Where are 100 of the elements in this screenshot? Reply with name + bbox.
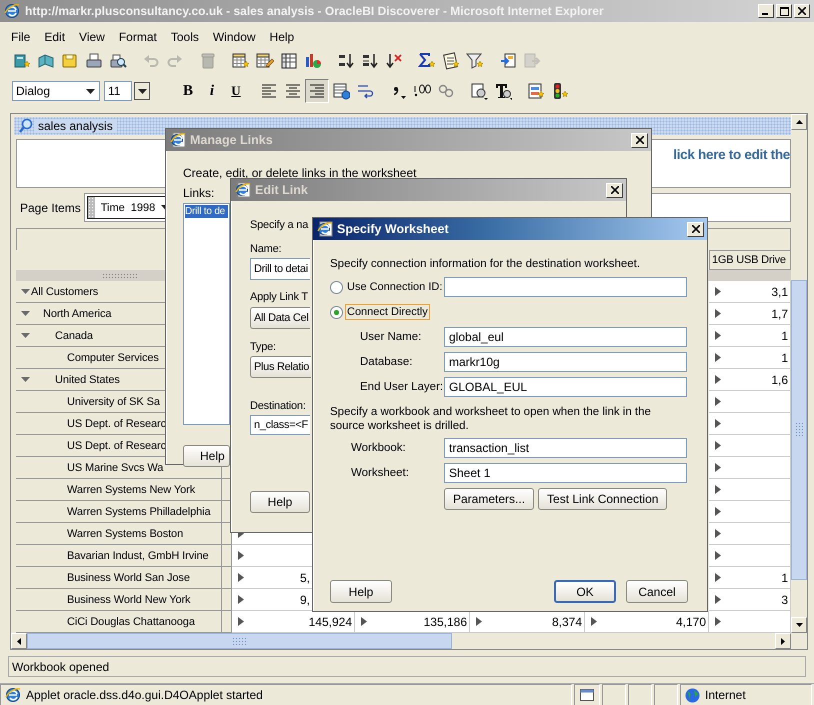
underline-button[interactable]: U xyxy=(224,79,248,103)
drill-arrow-icon[interactable] xyxy=(715,617,721,626)
connection-field[interactable]: GLOBAL_EUL xyxy=(444,377,687,397)
scroll-down-button[interactable] xyxy=(791,617,807,633)
caret-icon[interactable] xyxy=(86,88,95,94)
scroll-left-button[interactable] xyxy=(11,633,27,649)
menu-item[interactable]: Format xyxy=(112,30,164,44)
row-label[interactable]: United States xyxy=(55,374,120,386)
drill-arrow-icon[interactable] xyxy=(715,507,721,516)
help-button[interactable]: Help xyxy=(183,445,230,467)
help-button[interactable]: Help xyxy=(250,491,310,513)
align-center-icon[interactable] xyxy=(284,82,302,100)
drill-arrow-icon[interactable] xyxy=(361,617,367,626)
dropdown-button[interactable] xyxy=(134,82,150,100)
font-dropdown[interactable]: Dialog xyxy=(12,81,100,101)
sort-ascending-icon[interactable] xyxy=(337,52,355,70)
tree-toggle-icon[interactable] xyxy=(21,287,30,296)
font-size-field[interactable]: 11 xyxy=(104,81,132,101)
scrollbar-thumb[interactable] xyxy=(791,280,807,580)
text-format-icon[interactable] xyxy=(494,82,512,100)
new-sheet-icon[interactable] xyxy=(232,52,250,70)
print-icon[interactable] xyxy=(85,52,103,70)
drill-arrow-icon[interactable] xyxy=(715,573,721,582)
row-label[interactable]: Business World New York xyxy=(67,594,190,606)
name-field[interactable]: Drill to detai xyxy=(250,258,310,280)
drill-arrow-icon[interactable] xyxy=(476,617,482,626)
dialog-button[interactable]: Cancel xyxy=(626,580,688,603)
print-preview-icon[interactable] xyxy=(109,52,127,70)
apply-dropdown[interactable]: All Data Cel xyxy=(250,307,310,329)
drill-arrow-icon[interactable] xyxy=(238,551,244,560)
sum-icon[interactable] xyxy=(418,52,436,70)
align-left-icon[interactable] xyxy=(260,82,278,100)
table-icon[interactable] xyxy=(280,52,298,70)
column-header[interactable]: 1GB USB Drive xyxy=(709,250,791,270)
row-label[interactable]: Canada xyxy=(55,330,93,342)
drill-arrow-icon[interactable] xyxy=(238,617,244,626)
links-list[interactable]: Drill to de xyxy=(183,203,230,425)
radio-label[interactable]: Use Connection ID: xyxy=(345,279,444,295)
workbook-field[interactable]: Sheet 1 xyxy=(444,463,687,483)
drill-arrow-icon[interactable] xyxy=(715,529,721,538)
row-label[interactable]: Bavarian Indust, GmbH Irvine xyxy=(67,550,208,562)
dialog-button[interactable]: Help xyxy=(330,580,392,603)
vertical-scrollbar[interactable] xyxy=(791,114,807,633)
action-button[interactable]: Parameters... xyxy=(444,488,534,510)
menu-item[interactable]: Edit xyxy=(37,30,72,44)
edit-sheet-icon[interactable] xyxy=(256,52,274,70)
drill-arrow-icon[interactable] xyxy=(715,551,721,560)
book-icon[interactable] xyxy=(13,52,31,70)
connection-field[interactable]: markr10g xyxy=(444,352,687,372)
close-button[interactable] xyxy=(631,132,648,148)
save-icon[interactable] xyxy=(61,52,79,70)
row-label[interactable]: US Dept. of Researc xyxy=(67,440,166,452)
worksheet-title[interactable]: lick here to edit the xyxy=(673,147,790,162)
connection-field[interactable]: global_eul xyxy=(444,327,687,347)
close-button[interactable] xyxy=(606,182,623,198)
close-button[interactable] xyxy=(687,222,704,236)
drill-arrow-icon[interactable] xyxy=(715,287,721,296)
type-dropdown[interactable]: Plus Relatio xyxy=(250,356,312,378)
row-label[interactable]: Warren Systems Boston xyxy=(67,528,184,540)
radio-button[interactable] xyxy=(330,280,343,294)
row-label[interactable]: CiCi Douglas Chattanooga xyxy=(67,616,195,628)
stoplight-icon[interactable] xyxy=(551,82,569,100)
italic-button[interactable]: i xyxy=(200,79,224,103)
drill-arrow-icon[interactable] xyxy=(715,331,721,340)
row-label[interactable]: Computer Services xyxy=(67,352,159,364)
drill-arrow-icon[interactable] xyxy=(715,441,721,450)
menu-item[interactable]: Tools xyxy=(164,30,206,44)
bold-button[interactable]: B xyxy=(176,79,200,103)
row-label[interactable]: All Customers xyxy=(31,286,98,298)
horizontal-scrollbar[interactable] xyxy=(11,633,791,649)
row-label[interactable]: Warren Systems Philladelphia xyxy=(67,506,211,518)
radio-button[interactable] xyxy=(330,306,343,318)
sort-descending-icon[interactable] xyxy=(361,52,379,70)
drill-arrow-icon[interactable] xyxy=(715,309,721,318)
workbook-field[interactable]: transaction_list xyxy=(444,438,687,458)
drill-arrow-icon[interactable] xyxy=(715,397,721,406)
filter-icon[interactable] xyxy=(466,52,484,70)
export-icon[interactable] xyxy=(499,52,517,70)
drill-arrow-icon[interactable] xyxy=(715,463,721,472)
minimize-button[interactable] xyxy=(758,4,774,18)
close-button[interactable] xyxy=(794,4,810,18)
tree-toggle-icon[interactable] xyxy=(21,375,30,384)
scrollbar-thumb[interactable] xyxy=(27,633,452,649)
drill-arrow-icon[interactable] xyxy=(715,375,721,384)
row-label[interactable]: North America xyxy=(43,308,112,320)
maximize-button[interactable] xyxy=(776,4,792,18)
drill-arrow-icon[interactable] xyxy=(715,595,721,604)
book-icon[interactable] xyxy=(37,52,55,70)
tree-toggle-icon[interactable] xyxy=(21,331,30,340)
tree-toggle-icon[interactable] xyxy=(21,309,30,318)
row-label[interactable]: Warren Systems New York xyxy=(67,484,196,496)
notepad-icon[interactable] xyxy=(442,52,460,70)
drill-arrow-icon[interactable] xyxy=(715,419,721,428)
align-right-icon[interactable] xyxy=(308,82,326,100)
menu-item[interactable]: Window xyxy=(206,30,263,44)
drill-arrow-icon[interactable] xyxy=(238,595,244,604)
row-label[interactable]: US Dept. of Researc xyxy=(67,418,166,430)
drill-arrow-icon[interactable] xyxy=(715,353,721,362)
list-item[interactable]: Drill to de xyxy=(185,205,228,218)
scroll-up-button[interactable] xyxy=(791,114,807,130)
